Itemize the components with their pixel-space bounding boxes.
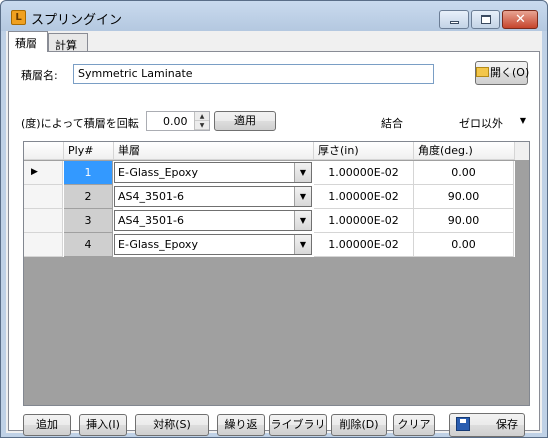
window-title: スプリングイン bbox=[31, 13, 123, 28]
current-row-icon: ▶ bbox=[31, 167, 38, 177]
row-header[interactable] bbox=[24, 185, 63, 209]
material-value: E-Glass_Epoxy bbox=[118, 238, 198, 251]
bond-select[interactable]: ゼロ以外 ▼ bbox=[455, 111, 531, 132]
row-header[interactable] bbox=[24, 209, 63, 233]
material-value: AS4_3501-6 bbox=[118, 214, 184, 227]
insert-button[interactable]: 挿入(I) bbox=[79, 414, 127, 436]
table-row[interactable]: 4 E-Glass_Epoxy ▼ 1.00000E-02 0.00 bbox=[24, 233, 515, 257]
save-button[interactable]: 保存 bbox=[449, 413, 525, 437]
angle-cell[interactable]: 0.00 bbox=[414, 233, 514, 257]
ply-number-cell[interactable]: 4 bbox=[64, 233, 113, 257]
close-button[interactable]: ✕ bbox=[502, 10, 538, 29]
app-icon: L bbox=[11, 10, 26, 25]
chevron-down-icon[interactable]: ▼ bbox=[294, 235, 311, 254]
material-dropdown[interactable]: AS4_3501-6 ▼ bbox=[114, 210, 312, 231]
symmetric-button[interactable]: 対称(S) bbox=[135, 414, 209, 436]
spin-down-icon[interactable]: ▼ bbox=[195, 121, 209, 130]
close-icon: ✕ bbox=[515, 12, 526, 27]
chevron-down-icon[interactable]: ▼ bbox=[294, 163, 311, 182]
client-area: 積層 計算 積層名: Symmetric Laminate 開く(O) (度)に… bbox=[6, 31, 542, 437]
rotate-label: (度)によって積層を回転 bbox=[21, 117, 139, 130]
thickness-cell[interactable]: 1.00000E-02 bbox=[314, 185, 414, 209]
add-button[interactable]: 追加 bbox=[23, 414, 71, 436]
tab-calculation[interactable]: 計算 bbox=[48, 33, 88, 52]
clear-button[interactable]: クリア bbox=[393, 414, 435, 436]
angle-cell[interactable]: 90.00 bbox=[414, 185, 514, 209]
library-button[interactable]: ライブラリ bbox=[269, 414, 327, 436]
table-row[interactable]: ▶ 1 E-Glass_Epoxy ▼ 1.00000E-02 0.00 bbox=[24, 161, 515, 185]
title-bar: L スプリングイン ✕ bbox=[1, 1, 547, 31]
chevron-down-icon: ▼ bbox=[519, 116, 526, 125]
thickness-cell[interactable]: 1.00000E-02 bbox=[314, 233, 414, 257]
open-button[interactable]: 開く(O) bbox=[475, 61, 530, 85]
maximize-button[interactable] bbox=[471, 10, 500, 29]
open-button-label: 開く(O) bbox=[490, 66, 530, 79]
tab-lamination[interactable]: 積層 bbox=[8, 31, 48, 52]
header-angle[interactable]: 角度(deg.) bbox=[414, 142, 515, 160]
repeat-button[interactable]: 繰り返 bbox=[217, 414, 265, 436]
angle-cell[interactable]: 0.00 bbox=[414, 161, 514, 185]
material-dropdown[interactable]: E-Glass_Epoxy ▼ bbox=[114, 234, 312, 255]
table-header: Ply# 単層 厚さ(in) 角度(deg.) bbox=[24, 142, 515, 160]
chevron-down-icon[interactable]: ▼ bbox=[294, 187, 311, 206]
header-material[interactable]: 単層 bbox=[114, 142, 314, 160]
ply-table: Ply# 単層 厚さ(in) 角度(deg.) ▶ 1 E-Glass_Epox… bbox=[23, 141, 530, 406]
material-dropdown[interactable]: AS4_3501-6 ▼ bbox=[114, 186, 312, 207]
apply-button[interactable]: 適用 bbox=[214, 111, 276, 131]
row-header[interactable] bbox=[24, 233, 63, 257]
minimize-icon bbox=[450, 21, 459, 24]
rotate-spinner[interactable]: ▲ ▼ bbox=[194, 112, 209, 130]
delete-button[interactable]: 削除(D) bbox=[331, 414, 387, 436]
thickness-cell[interactable]: 1.00000E-02 bbox=[314, 209, 414, 233]
material-dropdown[interactable]: E-Glass_Epoxy ▼ bbox=[114, 162, 312, 183]
row-header[interactable]: ▶ bbox=[24, 161, 63, 185]
table-row[interactable]: 2 AS4_3501-6 ▼ 1.00000E-02 90.00 bbox=[24, 185, 515, 209]
thickness-cell[interactable]: 1.00000E-02 bbox=[314, 161, 414, 185]
ply-number-cell[interactable]: 1 bbox=[64, 161, 113, 185]
material-value: E-Glass_Epoxy bbox=[118, 166, 198, 179]
laminate-name-label: 積層名: bbox=[21, 69, 58, 82]
laminate-name-input[interactable]: Symmetric Laminate bbox=[73, 64, 434, 84]
chevron-down-icon[interactable]: ▼ bbox=[294, 211, 311, 230]
bond-select-value: ゼロ以外 bbox=[459, 117, 503, 130]
header-ply[interactable]: Ply# bbox=[64, 142, 114, 160]
angle-cell[interactable]: 90.00 bbox=[414, 209, 514, 233]
table-row[interactable]: 3 AS4_3501-6 ▼ 1.00000E-02 90.00 bbox=[24, 209, 515, 233]
floppy-disk-icon bbox=[456, 417, 470, 431]
bond-label: 結合 bbox=[381, 117, 403, 130]
rotate-angle-input[interactable]: 0.00 ▲ ▼ bbox=[146, 111, 210, 131]
maximize-icon bbox=[481, 15, 491, 24]
header-thickness[interactable]: 厚さ(in) bbox=[314, 142, 414, 160]
main-window: L スプリングイン ✕ 積層 計算 積層名: Symmetric Laminat… bbox=[0, 0, 548, 438]
ply-number-cell[interactable]: 2 bbox=[64, 185, 113, 209]
minimize-button[interactable] bbox=[439, 10, 469, 29]
lamination-panel: 積層名: Symmetric Laminate 開く(O) (度)によって積層を… bbox=[8, 51, 540, 437]
rotate-angle-value: 0.00 bbox=[163, 115, 188, 128]
folder-icon bbox=[476, 67, 489, 77]
spin-up-icon[interactable]: ▲ bbox=[195, 112, 209, 121]
ply-number-cell[interactable]: 3 bbox=[64, 209, 113, 233]
material-value: AS4_3501-6 bbox=[118, 190, 184, 203]
header-corner bbox=[24, 142, 64, 160]
save-button-label: 保存 bbox=[496, 418, 518, 431]
header-scroll-corner bbox=[515, 142, 529, 160]
